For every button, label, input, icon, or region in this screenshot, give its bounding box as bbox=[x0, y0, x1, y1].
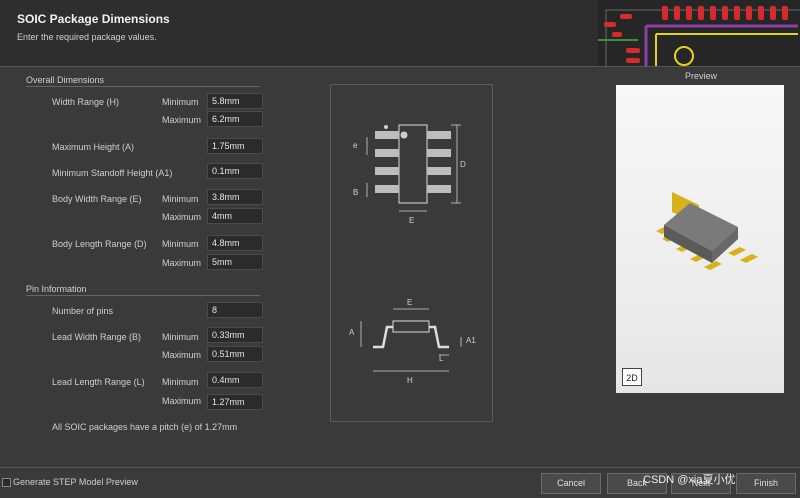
lead-width-max-label: Maximum bbox=[162, 350, 202, 360]
max-height-field[interactable]: 1.75mm bbox=[207, 138, 263, 154]
lead-width-min-label: Minimum bbox=[162, 332, 199, 342]
dialog-subtitle: Enter the required package values. bbox=[17, 32, 157, 42]
top-e-label: e bbox=[353, 141, 358, 150]
number-of-pins-label: Number of pins bbox=[52, 306, 114, 316]
lead-length-min-field[interactable]: 0.4mm bbox=[207, 372, 263, 388]
width-min-label: Minimum bbox=[162, 97, 199, 107]
side-a1-label: A1 bbox=[466, 336, 476, 345]
side-e-label: E bbox=[407, 298, 412, 307]
body-width-min-field[interactable]: 3.8mm bbox=[207, 189, 263, 205]
lead-length-max-field[interactable]: 1.27mm bbox=[207, 394, 263, 410]
dialog-header: SOIC Package Dimensions Enter the requir… bbox=[0, 0, 800, 67]
preview-label: Preview bbox=[685, 71, 718, 81]
view-2d-button[interactable]: 2D bbox=[622, 368, 642, 386]
lead-width-min-field[interactable]: 0.33mm bbox=[207, 327, 263, 343]
body-width-label: Body Width Range (E) bbox=[52, 194, 142, 204]
body-length-min-label: Minimum bbox=[162, 239, 199, 249]
csdn-watermark: CSDN @xia夏小优 bbox=[643, 474, 736, 486]
dimension-diagram: e B D E E A A1 L H bbox=[330, 84, 493, 422]
width-min-field[interactable]: 5.8mm bbox=[207, 93, 263, 109]
max-height-label: Maximum Height (A) bbox=[52, 142, 135, 152]
step-preview-label: Generate STEP Model Preview bbox=[13, 477, 138, 487]
lead-length-max-label: Maximum bbox=[162, 396, 202, 406]
body-length-max-field[interactable]: 5mm bbox=[207, 254, 263, 270]
width-max-label: Maximum bbox=[162, 115, 202, 125]
soic-3d-model bbox=[656, 192, 758, 270]
step-preview-checkbox[interactable] bbox=[2, 478, 11, 487]
overall-dimensions-divider bbox=[26, 86, 260, 87]
body-length-min-field[interactable]: 4.8mm bbox=[207, 235, 263, 251]
top-body-e-label: E bbox=[409, 216, 414, 225]
width-max-field[interactable]: 6.2mm bbox=[207, 111, 263, 127]
body-width-min-label: Minimum bbox=[162, 194, 199, 204]
finish-button[interactable]: Finish bbox=[736, 473, 796, 494]
dialog-title: SOIC Package Dimensions bbox=[17, 12, 170, 26]
preview-panel[interactable] bbox=[616, 85, 784, 393]
dimension-diagram-svg: e B D E E A A1 L H bbox=[349, 124, 476, 385]
body-width-max-field[interactable]: 4mm bbox=[207, 208, 263, 224]
width-range-label: Width Range (H) bbox=[52, 97, 120, 107]
pitch-note: All SOIC packages have a pitch (e) of 1.… bbox=[52, 422, 238, 432]
top-b-label: B bbox=[353, 188, 358, 197]
top-d-label: D bbox=[460, 160, 466, 169]
lead-width-max-field[interactable]: 0.51mm bbox=[207, 346, 263, 362]
body-length-max-label: Maximum bbox=[162, 258, 202, 268]
body-length-label: Body Length Range (D) bbox=[52, 239, 147, 249]
number-of-pins-field[interactable]: 8 bbox=[207, 302, 263, 318]
cancel-button[interactable]: Cancel bbox=[541, 473, 601, 494]
side-a-label: A bbox=[349, 328, 355, 337]
pcb-header-graphic bbox=[598, 0, 800, 66]
standoff-height-field[interactable]: 0.1mm bbox=[207, 163, 263, 179]
overall-dimensions-heading: Overall Dimensions bbox=[26, 75, 105, 85]
side-view bbox=[360, 308, 462, 372]
standoff-height-label: Minimum Standoff Height (A1) bbox=[52, 168, 173, 178]
pin-information-divider bbox=[26, 295, 260, 296]
lead-length-min-label: Minimum bbox=[162, 377, 199, 387]
lead-width-label: Lead Width Range (B) bbox=[52, 332, 142, 342]
body-width-max-label: Maximum bbox=[162, 212, 202, 222]
lead-length-label: Lead Length Range (L) bbox=[52, 377, 145, 387]
side-l-label: L bbox=[439, 354, 444, 363]
top-view bbox=[366, 124, 461, 212]
side-h-label: H bbox=[407, 376, 413, 385]
pin-information-heading: Pin Information bbox=[26, 284, 87, 294]
